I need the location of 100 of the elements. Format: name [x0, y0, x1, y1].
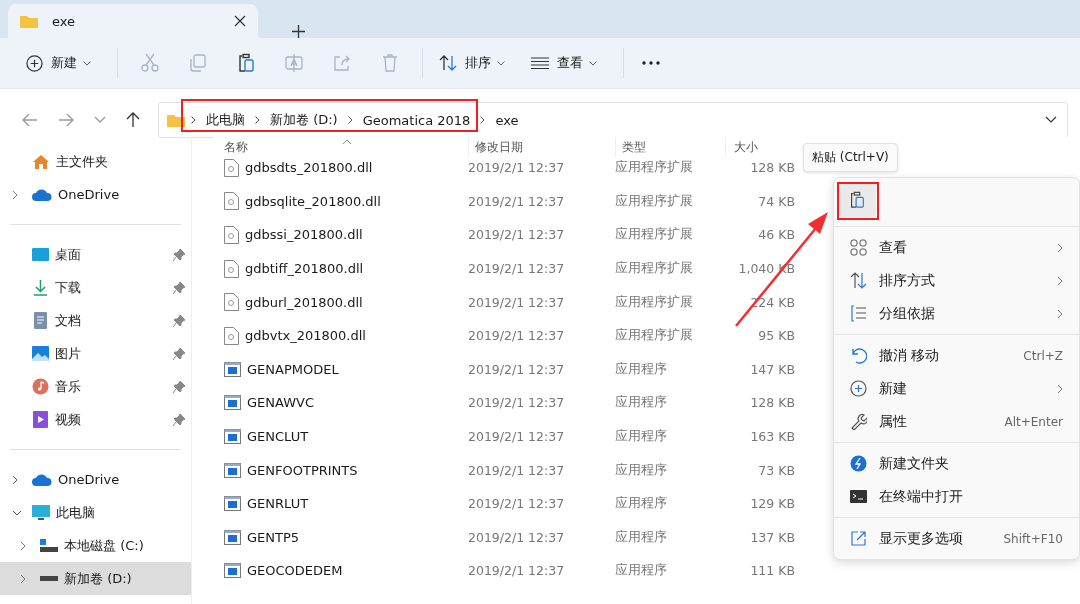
table-cell-text: 128 KB	[749, 160, 795, 176]
sidebar-item[interactable]: 音乐	[0, 370, 191, 403]
sidebar-item[interactable]: 图片	[0, 337, 191, 370]
pin-icon[interactable]	[173, 248, 185, 261]
file-icon	[224, 192, 239, 211]
file-name[interactable]: gdbsdts_201800.dll	[245, 160, 373, 176]
menu-item[interactable]: 新建	[834, 372, 1079, 405]
table-cell-text: 2019/2/1 12:37	[468, 160, 566, 176]
table-cell-text: 163 KB	[749, 429, 795, 445]
pin-icon[interactable]	[173, 347, 185, 360]
new-button[interactable]: 新建	[18, 48, 99, 78]
document-icon	[32, 312, 49, 329]
pin-icon[interactable]	[173, 281, 185, 294]
add-icon	[850, 380, 867, 397]
table-cell-text: 2019/2/1 12:37	[468, 261, 566, 277]
chevron-icon[interactable]	[255, 116, 260, 124]
chevron-icon[interactable]	[191, 116, 196, 124]
submenu-icon	[1057, 275, 1063, 286]
file-name[interactable]: gdbsqlite_201800.dll	[245, 193, 381, 209]
recent-icon[interactable]	[94, 116, 106, 124]
sidebar-item[interactable]: 主文件夹	[0, 145, 191, 178]
sidebar-item[interactable]: OneDrive	[0, 463, 191, 496]
expand-icon[interactable]	[20, 540, 26, 551]
expand-icon[interactable]	[20, 573, 26, 584]
column-header[interactable]: 类型	[615, 137, 725, 157]
paste-icon[interactable]	[236, 53, 256, 73]
table-cell-text: 2019/2/1 12:37	[468, 193, 566, 209]
wrench-icon	[850, 413, 867, 430]
collapse-icon[interactable]	[12, 509, 22, 516]
file-name[interactable]: GENAPMODEL	[247, 361, 339, 377]
view-button[interactable]: 查看	[523, 48, 605, 78]
table-cell-text: 2019/2/1 12:37	[468, 429, 566, 445]
grid-icon	[850, 239, 867, 256]
file-name[interactable]: GENCLUT	[247, 429, 309, 445]
dropdown-icon[interactable]	[1045, 116, 1057, 124]
chevron-icon[interactable]	[347, 116, 353, 124]
paste-icon	[848, 190, 866, 210]
menu-item[interactable]: 显示更多选项 Shift+F10	[834, 522, 1079, 555]
pin-icon[interactable]	[173, 314, 185, 327]
terminal-icon	[850, 488, 867, 505]
breadcrumb[interactable]: 新加卷 (D:)	[270, 111, 338, 129]
chevron-icon[interactable]	[480, 116, 486, 124]
table-cell-text: 应用程序	[615, 562, 668, 580]
file-name[interactable]: GENAWVC	[247, 395, 315, 411]
column-header[interactable]: 大小	[725, 137, 795, 157]
menu-item[interactable]: 排序方式	[834, 264, 1079, 297]
menu-item[interactable]: 分组依据	[834, 297, 1079, 330]
sidebar-item[interactable]: 下载	[0, 271, 191, 304]
caret-icon	[497, 60, 505, 66]
table-cell-text: 应用程序	[615, 394, 668, 412]
more-icon[interactable]	[642, 61, 660, 65]
file-name[interactable]: GENRLUT	[247, 496, 309, 512]
back-icon[interactable]	[22, 113, 38, 127]
sidebar-item[interactable]: OneDrive	[0, 178, 191, 211]
window-tab[interactable]: exe	[8, 4, 258, 38]
app-icon	[224, 361, 241, 377]
breadcrumb[interactable]: exe	[495, 112, 519, 128]
highlight-frame	[837, 182, 879, 220]
menu-item[interactable]: 在终端中打开	[834, 480, 1079, 513]
file-name[interactable]: gdbtiff_201800.dll	[245, 261, 364, 277]
new-tab-icon[interactable]	[292, 25, 305, 38]
sidebar-item[interactable]: 视频	[0, 403, 191, 436]
sidebar-item[interactable]: 本地磁盘 (C:)	[0, 529, 191, 562]
sort-button[interactable]: 排序	[431, 48, 513, 78]
file-name[interactable]: gdburl_201800.dll	[245, 294, 363, 310]
file-name[interactable]: GEOCODEDEM	[247, 563, 343, 579]
file-name[interactable]: gdbssi_201800.dll	[245, 227, 363, 243]
table-cell-text: 应用程序	[615, 461, 668, 479]
sidebar-item[interactable]: 桌面	[0, 238, 191, 271]
table-cell-text: 2019/2/1 12:37	[468, 361, 566, 377]
expand-icon[interactable]	[12, 474, 18, 485]
file-name[interactable]: GENFOOTPRINTS	[247, 462, 358, 478]
menu-item[interactable]: 撤消 移动 Ctrl+Z	[834, 339, 1079, 372]
file-icon	[224, 293, 239, 312]
table-cell-text: 2019/2/1 12:37	[468, 529, 566, 545]
column-header[interactable]: 名称	[214, 138, 468, 156]
column-header[interactable]: 修改日期	[468, 137, 615, 157]
sidebar-item[interactable]: 文档	[0, 304, 191, 337]
breadcrumb[interactable]: Geomatica 2018	[362, 112, 471, 128]
menu-item[interactable]: 新建文件夹	[834, 447, 1079, 480]
pin-icon[interactable]	[173, 380, 185, 393]
file-name[interactable]: gdbvtx_201800.dll	[245, 328, 366, 344]
menu-item[interactable]: 查看	[834, 231, 1079, 264]
pin-icon[interactable]	[173, 413, 185, 426]
expand-icon[interactable]	[12, 189, 18, 200]
up-icon[interactable]	[126, 112, 140, 128]
table-cell-text: 应用程序扩展	[615, 226, 694, 244]
table-cell-text: 2019/2/1 12:37	[468, 328, 566, 344]
breadcrumb[interactable]: 此电脑	[206, 111, 245, 129]
sidebar-item[interactable]: 此电脑	[0, 496, 191, 529]
table-cell-text: 应用程序扩展	[615, 192, 694, 210]
menu-item[interactable]: 属性 Alt+Enter	[834, 405, 1079, 438]
close-icon[interactable]	[234, 15, 246, 27]
forward-icon[interactable]	[58, 113, 74, 127]
table-cell-text: 46 KB	[757, 227, 795, 243]
table-cell-text: 应用程序扩展	[615, 260, 694, 278]
file-name[interactable]: GENTP5	[247, 529, 300, 545]
sidebar-item[interactable]: 新加卷 (D:)	[0, 562, 191, 595]
home-icon	[32, 153, 50, 170]
music-icon	[32, 378, 49, 395]
